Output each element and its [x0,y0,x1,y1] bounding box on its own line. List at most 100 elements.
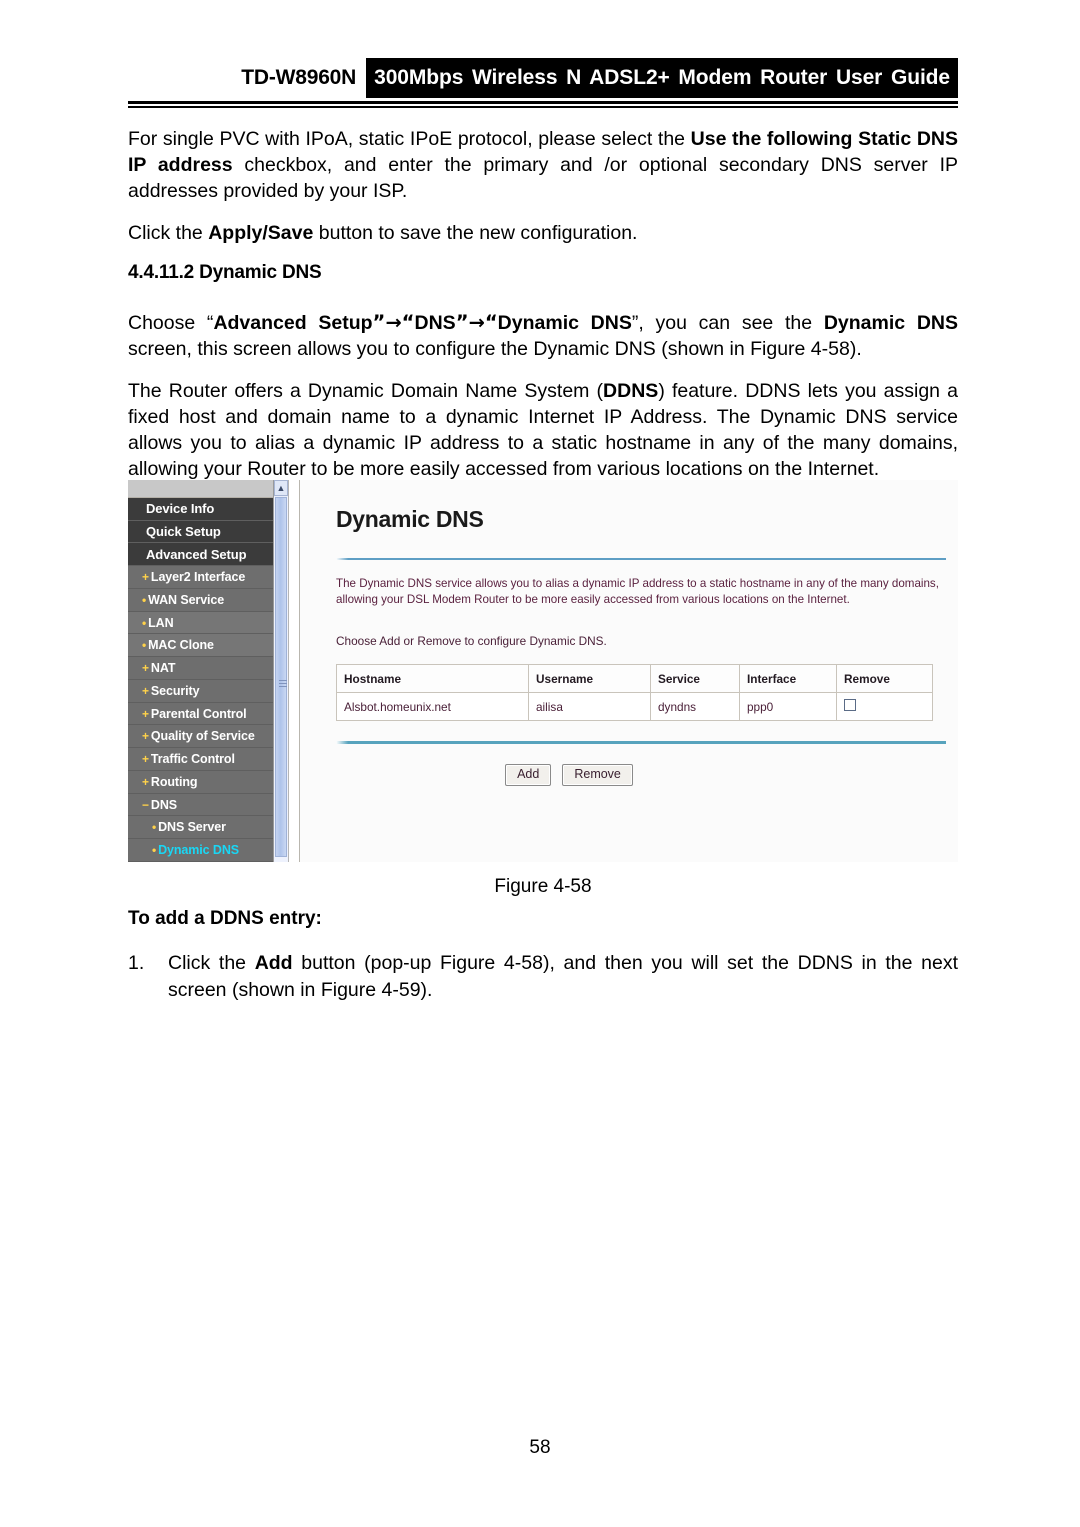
bullet-icon: • [142,615,147,630]
sidebar-item-label: Quick Setup [146,524,221,540]
para4-bold-ddns: DDNS [603,380,659,402]
document-body: For single PVC with IPoA, static IPoE pr… [128,126,958,498]
panel-title: Dynamic DNS [336,506,484,532]
paragraph-static-dns: For single PVC with IPoA, static IPoE pr… [128,126,958,204]
panel-title-divider [336,558,946,560]
cell-interface: ppp0 [739,692,837,721]
item1-bold-add: Add [254,952,293,974]
para1-part-c: checkbox, and enter the primary and /or … [128,154,958,202]
subsection-heading: To add a DDNS entry: [128,908,322,929]
sidebar-item-label: Quality of Service [150,729,255,744]
para2-part-a: Click the [128,222,209,244]
para3-arrow-2: ”→“ [455,311,498,334]
figure-router-ui-screenshot: Device Info Quick Setup Advanced Setup +… [128,480,958,862]
cell-hostname: Alsbot.homeunix.net [336,692,529,721]
sidebar-item-label: Security [150,683,200,698]
router-main-panel: Dynamic DNS The Dynamic DNS service allo… [299,480,958,862]
panel-actions-divider [336,741,946,744]
para2-bold-apply-save: Apply/Save [208,222,314,244]
sidebar-item-wan-service[interactable]: • WAN Service [128,588,273,612]
sidebar-item-label: Device Info [146,501,215,517]
sidebar-item-traffic-control[interactable]: + Traffic Control [128,748,273,771]
sidebar-item-layer2-interface[interactable]: + Layer2 Interface [128,566,273,589]
sidebar-item-label: Parental Control [150,706,247,721]
panel-instruction: Choose Add or Remove to configure Dynami… [336,634,607,648]
para1-part-a: For single PVC with IPoA, static IPoE pr… [128,128,691,150]
table-row: Alsbot.homeunix.net ailisa dyndns ppp0 [336,692,933,721]
section-heading: 4.4.11.2 Dynamic DNS [128,262,322,283]
item1-part-a: Click the [168,952,255,974]
header-model-name: TD-W8960N [241,66,357,89]
para2-part-c: button to save the new configuration. [313,222,638,244]
para3-bold-advanced-setup: Advanced Setup [213,312,373,334]
ddns-entries-table: Hostname Username Service Interface Remo… [336,664,933,721]
scrollbar-thumb[interactable] [275,497,287,857]
column-header-interface: Interface [739,664,837,693]
para3-bold-dns: DNS [414,312,456,334]
table-header-row: Hostname Username Service Interface Remo… [336,664,933,693]
column-header-username: Username [528,664,651,693]
expand-plus-icon: + [142,774,149,789]
paragraph-navigation-path: Choose “Advanced Setup”→“DNS”→“Dynamic D… [128,310,958,362]
sidebar-item-lan[interactable]: • LAN [128,611,273,635]
sidebar-item-dns-server[interactable]: • DNS Server [128,816,273,840]
figure-caption: Figure 4-58 [494,876,592,897]
sidebar-item-device-info[interactable]: Device Info [128,497,273,521]
scrollbar-grip-icon [279,680,287,688]
bullet-icon: • [142,638,147,653]
sidebar-item-security[interactable]: + Security [128,679,273,703]
sidebar-item-nat[interactable]: + NAT [128,657,273,680]
para4-part-a: The Router offers a Dynamic Domain Name … [128,380,604,402]
sidebar-item-quality-of-service[interactable]: + Quality of Service [128,725,273,749]
header-title-band: 300Mbps Wireless N ADSL2+ Modem Router U… [366,58,958,98]
router-sidebar-nav: Device Info Quick Setup Advanced Setup +… [128,480,273,862]
paragraph-apply-save: Click the Apply/Save button to save the … [128,220,958,246]
running-header: TD-W8960N 300Mbps Wireless N ADSL2+ Mode… [128,58,958,98]
scroll-up-arrow-icon[interactable]: ▲ [274,480,288,496]
sidebar-item-label: Traffic Control [150,752,235,767]
add-button[interactable]: Add [505,764,552,786]
remove-button[interactable]: Remove [562,764,633,786]
para3-part-a: Choose “ [128,312,214,334]
sidebar-item-label: NAT [150,661,176,676]
bullet-icon: • [152,843,157,858]
paragraph-ddns-overview: The Router offers a Dynamic Domain Name … [128,378,958,482]
sidebar-scrollbar[interactable]: ▲ [273,480,289,862]
para3-arrow-1: ”→“ [372,311,415,334]
sidebar-item-dns[interactable]: − DNS [128,793,273,817]
header-rule-secondary [128,106,958,108]
para3-bold-dynamic-dns: Dynamic DNS [497,312,632,334]
bullet-icon: • [152,820,157,835]
sidebar-item-label: WAN Service [148,592,225,607]
collapse-minus-icon: − [142,797,149,812]
cell-username: ailisa [528,692,651,721]
expand-plus-icon: + [142,752,149,767]
sidebar-item-label: Routing [150,774,198,789]
para3-part-e: ”, you can see the [631,312,824,334]
para3-bold-screen-name: Dynamic DNS [823,312,959,334]
sidebar-item-advanced-setup[interactable]: Advanced Setup [128,543,273,567]
column-header-remove: Remove [836,664,933,693]
document-page: TD-W8960N 300Mbps Wireless N ADSL2+ Mode… [0,0,1080,1527]
figure-gutter [289,480,299,862]
sidebar-item-label: DNS [150,797,178,812]
sidebar-item-parental-control[interactable]: + Parental Control [128,702,273,726]
sidebar-item-quick-setup[interactable]: Quick Setup [128,520,273,544]
page-number: 58 [529,1437,551,1458]
sidebar-item-mac-clone[interactable]: • MAC Clone [128,634,273,658]
remove-checkbox[interactable] [844,699,856,711]
column-header-service: Service [650,664,740,693]
sidebar-item-label: MAC Clone [148,638,214,653]
sidebar-item-dynamic-dns[interactable]: • Dynamic DNS [128,839,273,862]
sidebar-top-spacer [128,480,273,498]
sidebar-item-label: Advanced Setup [146,546,247,562]
post-figure-content: To add a DDNS entry: 1. Click the Add bu… [128,908,958,1004]
list-item: 1. Click the Add button (pop-up Figure 4… [128,950,958,1004]
list-item-text: Click the Add button (pop-up Figure 4-58… [168,950,958,1004]
sidebar-item-label: Layer2 Interface [150,570,246,585]
sidebar-item-routing[interactable]: + Routing [128,770,273,794]
cell-service: dyndns [650,692,740,721]
expand-plus-icon: + [142,570,149,585]
expand-plus-icon: + [142,661,149,676]
sidebar-item-label: LAN [148,615,174,630]
